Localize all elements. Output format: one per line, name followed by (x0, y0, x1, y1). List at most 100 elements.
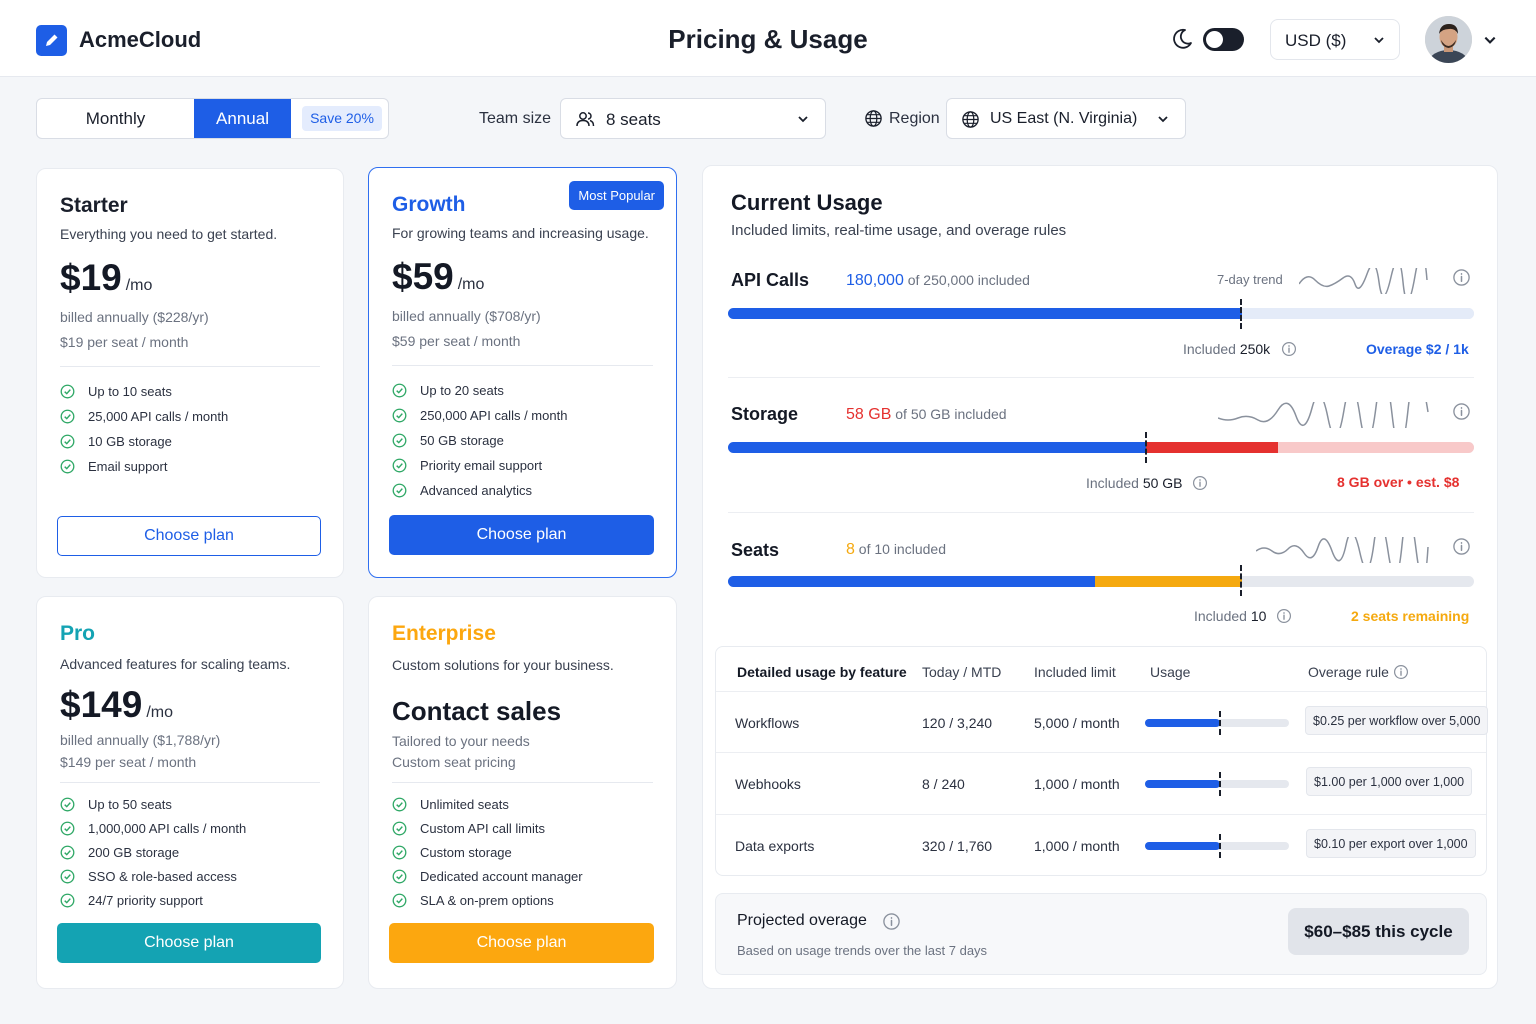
currency-select[interactable]: USD ($) (1270, 19, 1400, 60)
chevron-down-icon (1374, 37, 1384, 44)
check-circle-icon (60, 893, 75, 907)
today-mtd-value: 320 / 1,760 (922, 838, 993, 854)
enterprise-line-1: Tailored to your needs (392, 733, 530, 749)
included-limit-value: 5,000 / month (1034, 715, 1120, 731)
check-circle-icon (60, 434, 75, 449)
projected-overage-value: $60–$85 this cycle (1288, 908, 1469, 955)
plan-card-pro: Pro Advanced features for scaling teams.… (36, 596, 344, 989)
feature-usage-fill (1145, 719, 1220, 727)
feature-item: 10 GB storage (60, 429, 228, 454)
choose-plan-button[interactable]: Choose plan (57, 923, 321, 963)
divider (392, 782, 653, 783)
feature-usage-fill (1145, 780, 1220, 788)
limit-marker (1219, 834, 1221, 858)
seats-remaining: 2 seats remaining (1351, 608, 1470, 624)
save-badge: Save 20% (302, 106, 382, 131)
feature-item: SSO & role-based access (60, 864, 246, 888)
feature-name: Data exports (735, 838, 815, 854)
plan-description: Advanced features for scaling teams. (60, 656, 291, 672)
info-icon[interactable] (882, 912, 901, 931)
divider (716, 814, 1486, 815)
moon-icon[interactable] (1170, 27, 1194, 51)
chevron-down-icon (1158, 116, 1168, 123)
metric-value-storage: 58 GB of 50 GB included (846, 406, 1007, 423)
users-icon (576, 112, 595, 127)
feature-label: SSO & role-based access (88, 868, 237, 884)
per-seat-price: $19 per seat / month (60, 334, 189, 350)
divider (60, 366, 320, 367)
info-icon[interactable] (1452, 402, 1471, 421)
detailed-usage-table: Detailed usage by feature Today / MTD In… (715, 646, 1489, 876)
info-icon[interactable] (1276, 608, 1292, 624)
plan-name: Enterprise (392, 622, 496, 645)
info-icon[interactable] (1192, 475, 1208, 491)
team-size-label: Team size (479, 110, 552, 127)
per-seat-price: $149 per seat / month (60, 754, 197, 770)
chevron-down-icon[interactable] (1483, 33, 1497, 47)
usage-bar-remaining (1242, 308, 1474, 319)
sparkline-api-calls (1299, 268, 1428, 294)
app-logo[interactable] (36, 25, 67, 56)
divider (392, 365, 653, 366)
plan-card-growth: Most Popular Growth For growing teams an… (368, 167, 677, 578)
info-icon[interactable] (1393, 664, 1409, 680)
billing-annual-option[interactable]: Annual (194, 99, 291, 138)
storage-overage-estimate: 8 GB over • est. $8 (1337, 474, 1460, 490)
feature-item: Custom storage (392, 840, 583, 864)
feature-label: Dedicated account manager (420, 868, 583, 884)
feature-item: 24/7 priority support (60, 888, 246, 912)
most-popular-badge: Most Popular (569, 181, 664, 210)
billing-monthly-option[interactable]: Monthly (37, 99, 194, 138)
feature-list: Unlimited seats Custom API call limits Cus… (392, 792, 583, 912)
metric-name-seats: Seats (731, 540, 780, 560)
check-circle-icon (392, 869, 407, 883)
feature-label: 50 GB storage (420, 433, 504, 448)
included-limit-marker (1240, 565, 1242, 596)
info-icon[interactable] (1452, 537, 1471, 556)
included-caption: Included 50 GB (1086, 475, 1183, 491)
sparkline-seats (1256, 537, 1429, 563)
region-label: Region (889, 110, 940, 127)
chevron-down-icon (798, 116, 808, 123)
divider (60, 782, 320, 783)
included-limit-value: 1,000 / month (1034, 838, 1120, 854)
enterprise-line-2: Custom seat pricing (392, 754, 516, 770)
projected-overage-subtitle: Based on usage trends over the last 7 da… (737, 943, 988, 958)
check-circle-icon (392, 797, 407, 811)
billing-toggle: Monthly Annual Save 20% (36, 98, 389, 139)
contact-sales-heading: Contact sales (392, 696, 562, 726)
app-name: AcmeCloud (79, 27, 202, 52)
plan-name: Pro (60, 622, 96, 645)
feature-label: Up to 10 seats (88, 384, 172, 399)
info-icon[interactable] (1452, 268, 1471, 287)
check-circle-icon (60, 797, 75, 811)
choose-plan-button[interactable]: Choose plan (389, 515, 654, 555)
feature-usage-bar (1145, 711, 1289, 735)
check-circle-icon (392, 845, 407, 859)
check-circle-icon (392, 383, 407, 398)
team-size-value: 8 seats (606, 110, 661, 129)
feature-item: Up to 50 seats (60, 792, 246, 816)
column-header-overage-rule: Overage rule (1308, 664, 1389, 680)
feature-item: 250,000 API calls / month (392, 403, 567, 428)
choose-plan-button[interactable]: Choose plan (57, 516, 321, 556)
plan-description: Everything you need to get started. (60, 226, 278, 242)
usage-bar-fill (728, 442, 1146, 453)
feature-label: 25,000 API calls / month (88, 409, 229, 424)
feature-item: Priority email support (392, 453, 567, 478)
info-icon[interactable] (1281, 341, 1297, 357)
feature-label: Advanced analytics (420, 483, 533, 498)
avatar[interactable] (1425, 16, 1472, 63)
feature-list: Up to 20 seats 250,000 API calls / month 5… (392, 378, 567, 503)
region-select[interactable]: US East (N. Virginia) (946, 98, 1186, 139)
team-size-select[interactable]: 8 seats (560, 98, 826, 139)
metric-value-api-calls: 180,000 of 250,000 included (846, 272, 1030, 289)
dark-mode-toggle[interactable] (1203, 28, 1244, 51)
column-header-usage: Usage (1150, 664, 1191, 680)
included-limit-marker (1145, 432, 1147, 463)
choose-plan-button[interactable]: Choose plan (389, 923, 654, 963)
included-limit-marker (1240, 299, 1242, 329)
feature-item: 200 GB storage (60, 840, 246, 864)
feature-label: Up to 50 seats (88, 796, 172, 812)
feature-item: 1,000,000 API calls / month (60, 816, 246, 840)
